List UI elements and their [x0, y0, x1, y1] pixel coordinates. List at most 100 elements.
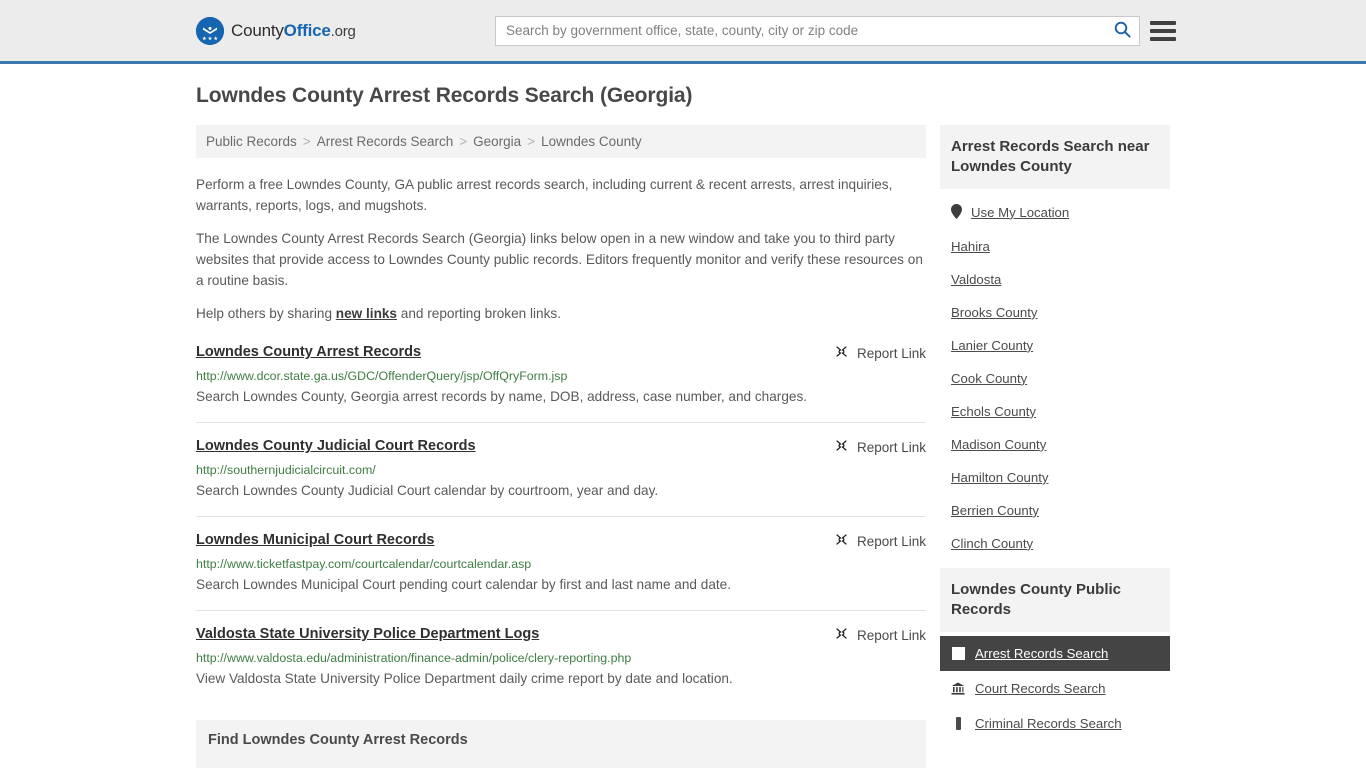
sidebar-item-label: Berrien County — [951, 502, 1039, 518]
sidebar-item-hahira[interactable]: Hahira — [940, 230, 1170, 263]
report-link-button[interactable]: Report Link — [834, 343, 926, 364]
search-input[interactable] — [496, 16, 1105, 45]
result-header: Valdosta State University Police Departm… — [196, 625, 926, 646]
result-header: Lowndes Municipal Court Records Report L… — [196, 531, 926, 552]
public-records-list: Arrest Records Search Court Records Sear… — [940, 632, 1170, 741]
sidebar-item-berrien-county[interactable]: Berrien County — [940, 494, 1170, 527]
result-title-link[interactable]: Lowndes County Arrest Records — [196, 343, 421, 362]
sidebar-item-criminal-records-search[interactable]: Criminal Records Search — [940, 706, 1170, 741]
nearby-location-list: Use My Location Hahira Valdosta Brooks C… — [940, 189, 1170, 560]
menu-bar-1 — [1150, 20, 1176, 25]
public-records-heading: Lowndes County Public Records — [940, 567, 1170, 632]
find-records-heading: Find Lowndes County Arrest Records — [208, 732, 468, 748]
sidebar-item-court-records-search[interactable]: Court Records Search — [940, 671, 1170, 706]
list-item: Hamilton County — [940, 461, 1170, 494]
sidebar-item-arrest-records-search[interactable]: Arrest Records Search — [940, 635, 1170, 671]
sidebar-item-lanier-county[interactable]: Lanier County — [940, 329, 1170, 362]
page-title: Lowndes County Arrest Records Search (Ge… — [196, 84, 693, 107]
new-links-link[interactable]: new links — [336, 306, 397, 321]
list-item: Echols County — [940, 395, 1170, 428]
result-description: Search Lowndes County Judicial Court cal… — [196, 482, 659, 498]
list-item: Criminal Records Search — [940, 706, 1170, 741]
list-item: Valdosta — [940, 263, 1170, 296]
intro-section: Perform a free Lowndes County, GA public… — [196, 175, 926, 325]
result-url[interactable]: http://www.valdosta.edu/administration/f… — [196, 651, 926, 665]
hamburger-menu-icon[interactable] — [1150, 20, 1176, 42]
result-description: Search Lowndes County, Georgia arrest re… — [196, 388, 808, 404]
sidebar-item-label: Court Records Search — [975, 680, 1106, 696]
search-bar — [495, 15, 1140, 46]
result-url[interactable]: http://www.ticketfastpay.com/courtcalend… — [196, 557, 926, 571]
breadcrumb-item-arrest-records-search[interactable]: Arrest Records Search — [317, 134, 454, 149]
sidebar-item-label: Hahira — [951, 238, 990, 254]
result-title-link[interactable]: Lowndes County Judicial Court Records — [196, 437, 476, 456]
breadcrumb-separator: > — [459, 134, 468, 149]
report-link-label: Report Link — [856, 440, 926, 456]
sidebar-item-cook-county[interactable]: Cook County — [940, 362, 1170, 395]
breadcrumb: Public Records > Arrest Records Search > Geo… — [196, 125, 926, 158]
sidebar-item-label: Criminal Records Search — [975, 715, 1122, 731]
report-link-label: Report Link — [856, 628, 926, 644]
sidebar-item-valdosta[interactable]: Valdosta — [940, 263, 1170, 296]
sidebar-item-label: Brooks County — [951, 304, 1038, 320]
sidebar-item-label: Valdosta — [951, 271, 1002, 287]
nearby-search-heading: Arrest Records Search near Lowndes Count… — [940, 125, 1170, 189]
result-title-link[interactable]: Lowndes Municipal Court Records — [196, 531, 434, 550]
result-url[interactable]: http://southernjudicialcircuit.com/ — [196, 463, 926, 477]
sidebar-item-label: Echols County — [951, 403, 1037, 419]
result-url[interactable]: http://www.dcor.state.ga.us/GDC/Offender… — [196, 369, 926, 383]
logo-text-county: County — [231, 20, 284, 40]
sidebar-item-label: Arrest Records Search — [975, 645, 1109, 661]
menu-bar-2 — [1150, 28, 1176, 33]
sidebar-item-brooks-county[interactable]: Brooks County — [940, 296, 1170, 329]
result-item: Lowndes County Arrest Records Report Lin… — [196, 343, 926, 423]
sidebar-item-label: Hamilton County — [951, 469, 1049, 485]
sidebar-item-label: Use My Location — [971, 204, 1070, 220]
sidebar-item-use-my-location[interactable]: Use My Location — [940, 195, 1170, 230]
find-records-section: Find Lowndes County Arrest Records — [196, 720, 926, 768]
report-link-button[interactable]: Report Link — [834, 437, 926, 458]
site-logo[interactable]: CountyOffice.org — [196, 16, 356, 45]
map-pin-icon — [951, 203, 962, 221]
breadcrumb-item-public-records[interactable]: Public Records — [206, 134, 297, 149]
result-item: Lowndes Municipal Court Records Report L… — [196, 531, 926, 611]
public-records-card: Lowndes County Public Records Arrest Rec… — [940, 567, 1170, 741]
list-item: Madison County — [940, 428, 1170, 461]
document-icon — [951, 646, 965, 660]
list-item: Court Records Search — [940, 671, 1170, 706]
main-content: Lowndes County Arrest Records Search (Ge… — [196, 84, 926, 768]
intro-paragraph-1: Perform a free Lowndes County, GA public… — [196, 177, 893, 213]
eagle-seal-icon — [196, 16, 224, 45]
sidebar: Arrest Records Search near Lowndes Count… — [940, 125, 1170, 749]
fingerprint-icon — [951, 716, 965, 730]
list-item: Lanier County — [940, 329, 1170, 362]
breadcrumb-separator: > — [527, 134, 536, 149]
result-header: Lowndes County Judicial Court Records Re… — [196, 437, 926, 458]
sidebar-item-madison-county[interactable]: Madison County — [940, 428, 1170, 461]
sidebar-item-label: Lanier County — [951, 337, 1034, 353]
result-title-link[interactable]: Valdosta State University Police Departm… — [196, 625, 539, 644]
nearby-search-card: Arrest Records Search near Lowndes Count… — [940, 125, 1170, 560]
logo-text-org: .org — [330, 22, 356, 40]
sidebar-item-echols-county[interactable]: Echols County — [940, 395, 1170, 428]
breadcrumb-item-georgia[interactable]: Georgia — [473, 134, 521, 149]
sidebar-item-hamilton-county[interactable]: Hamilton County — [940, 461, 1170, 494]
report-link-label: Report Link — [856, 346, 926, 362]
report-link-button[interactable]: Report Link — [834, 531, 926, 552]
result-description: Search Lowndes Municipal Court pending c… — [196, 576, 732, 592]
report-link-label: Report Link — [856, 534, 926, 550]
site-header: CountyOffice.org — [0, 0, 1366, 64]
sidebar-item-clinch-county[interactable]: Clinch County — [940, 527, 1170, 560]
broken-link-icon — [834, 626, 849, 646]
search-button[interactable] — [1105, 17, 1139, 45]
report-link-button[interactable]: Report Link — [834, 625, 926, 646]
broken-link-icon — [834, 344, 849, 364]
sidebar-item-label: Madison County — [951, 436, 1047, 452]
list-item: Berrien County — [940, 494, 1170, 527]
result-item: Valdosta State University Police Departm… — [196, 625, 926, 704]
breadcrumb-item-lowndes-county[interactable]: Lowndes County — [541, 134, 642, 149]
result-header: Lowndes County Arrest Records Report Lin… — [196, 343, 926, 364]
list-item: Hahira — [940, 230, 1170, 263]
broken-link-icon — [834, 438, 849, 458]
help-suffix: and reporting broken links. — [397, 306, 561, 322]
